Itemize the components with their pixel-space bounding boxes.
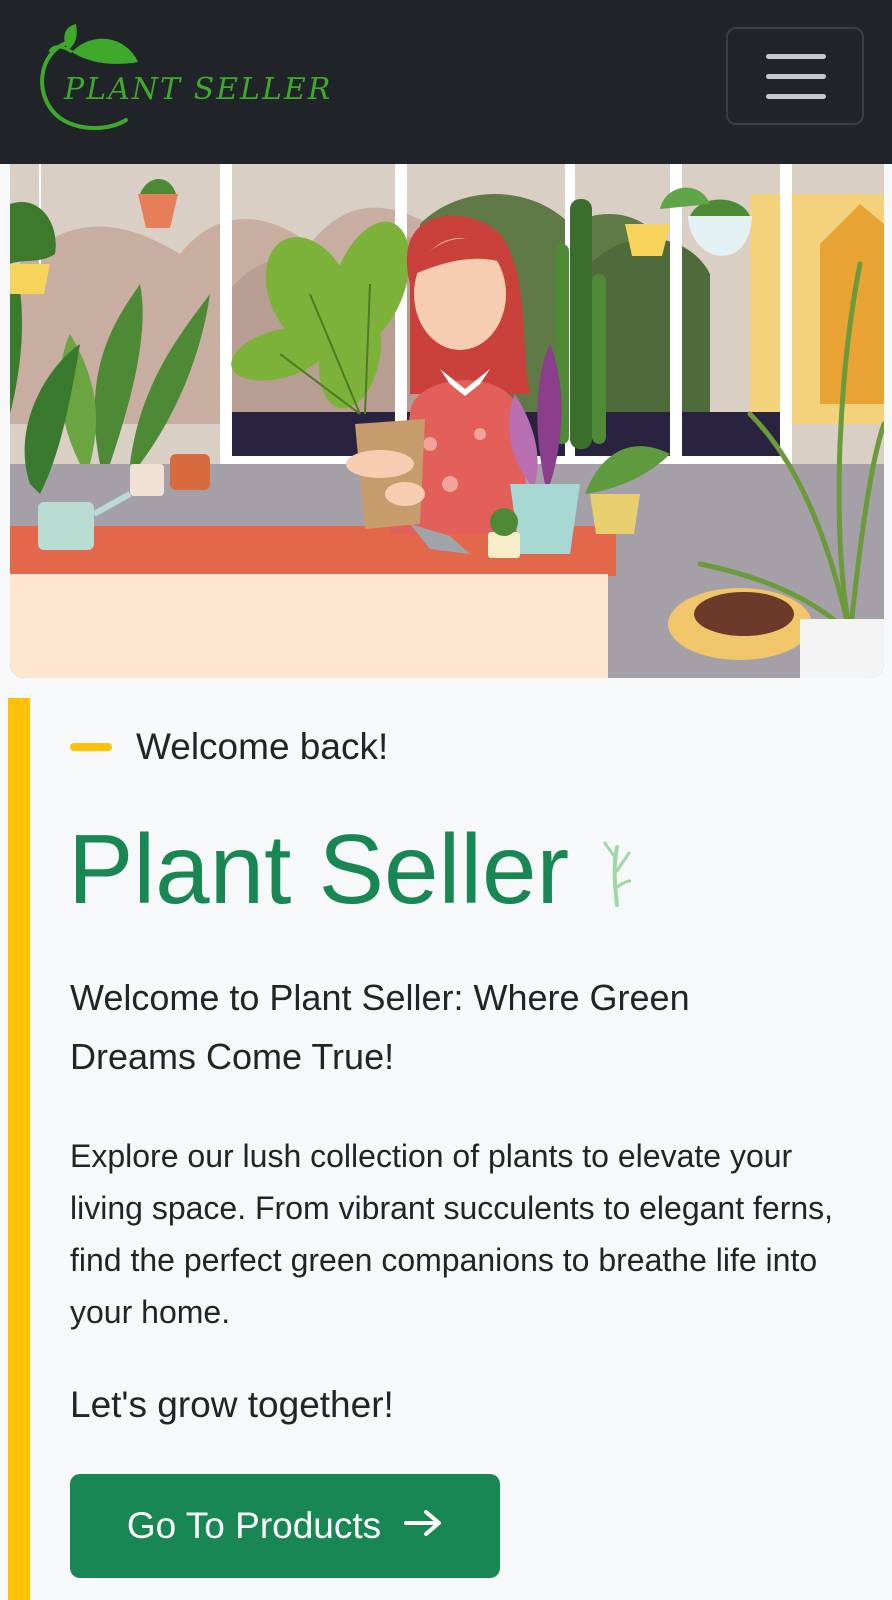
go-to-products-button[interactable]: Go To Products — [70, 1474, 500, 1578]
lead-text: Welcome to Plant Seller: Where Green Dre… — [70, 977, 690, 1077]
description-text: Explore our lush collection of plants to… — [70, 1138, 834, 1330]
accent-bar — [8, 698, 30, 1600]
hero-image — [10, 164, 884, 678]
dash-decoration — [70, 743, 112, 751]
navbar: PLANT SELLER — [0, 0, 892, 164]
tagline-text: Let's grow together! — [70, 1384, 394, 1425]
welcome-eyebrow: Welcome back! — [70, 726, 388, 768]
menu-toggle-button[interactable] — [726, 27, 864, 125]
title-row: Plant Seller — [68, 814, 632, 924]
brand-text: PLANT SELLER — [64, 72, 333, 107]
brand-logo[interactable]: PLANT SELLER — [30, 22, 330, 140]
welcome-back-text: Welcome back! — [136, 726, 389, 767]
arrow-right-icon — [403, 1505, 443, 1547]
page-title: Plant Seller — [68, 814, 570, 924]
cta-label: Go To Products — [126, 1505, 382, 1546]
sprout-icon — [603, 837, 632, 912]
